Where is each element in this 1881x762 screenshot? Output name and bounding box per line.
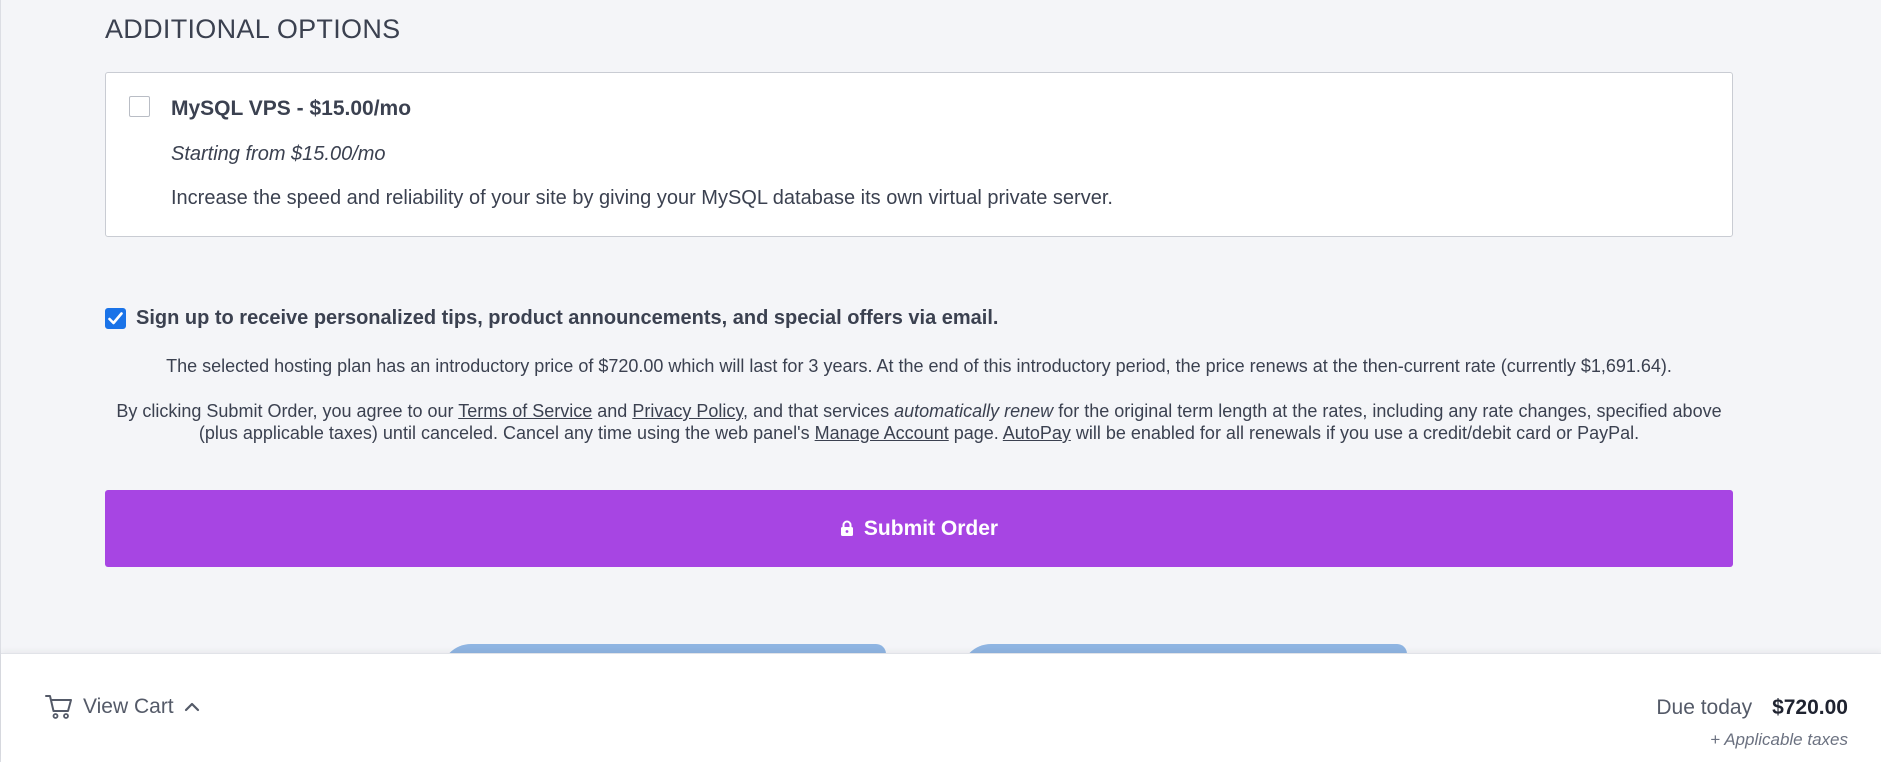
terms-notice: By clicking Submit Order, you agree to o… bbox=[105, 400, 1733, 444]
terms-text-part: and bbox=[592, 401, 633, 421]
terms-of-service-link[interactable]: Terms of Service bbox=[458, 401, 592, 421]
view-cart-label: View Cart bbox=[83, 695, 174, 718]
cart-icon bbox=[45, 695, 72, 719]
newsletter-optin: Sign up to receive personalized tips, pr… bbox=[105, 307, 998, 330]
due-today-label: Due today bbox=[1656, 696, 1753, 719]
addon-starting-price: Starting from $15.00/mo bbox=[171, 143, 386, 165]
addon-checkbox[interactable] bbox=[129, 96, 150, 117]
privacy-policy-link[interactable]: Privacy Policy bbox=[632, 401, 743, 421]
submit-order-button[interactable]: Submit Order bbox=[105, 490, 1733, 567]
auto-renew-text: automatically renew bbox=[894, 401, 1054, 421]
due-today-amount: $720.00 bbox=[1772, 696, 1848, 719]
applicable-taxes-note: + Applicable taxes bbox=[1710, 730, 1848, 749]
addon-description: Increase the speed and reliability of yo… bbox=[171, 187, 1113, 209]
newsletter-checkbox[interactable] bbox=[105, 308, 126, 329]
checkout-page: ADDITIONAL OPTIONS MySQL VPS - $15.00/mo… bbox=[0, 0, 1881, 762]
view-cart-toggle[interactable]: View Cart bbox=[45, 694, 200, 720]
intro-price-notice: The selected hosting plan has an introdu… bbox=[166, 356, 1672, 376]
manage-account-link[interactable]: Manage Account bbox=[815, 423, 949, 443]
terms-text-part: will be enabled for all renewals if you … bbox=[1070, 423, 1640, 443]
terms-text-part: , and that services bbox=[743, 401, 895, 421]
autopay-link[interactable]: AutoPay bbox=[1003, 423, 1071, 443]
terms-text-part: By clicking Submit Order, you agree to o… bbox=[116, 401, 459, 421]
checkmark-icon bbox=[108, 312, 123, 325]
newsletter-label: Sign up to receive personalized tips, pr… bbox=[136, 307, 999, 329]
chevron-up-icon bbox=[184, 702, 199, 712]
cart-summary-bar: View Cart Due today $720.00 + Applicable… bbox=[1, 653, 1881, 762]
submit-order-label: Submit Order bbox=[863, 516, 999, 540]
terms-text-part: page. bbox=[948, 423, 1003, 443]
addon-card-mysql-vps[interactable]: MySQL VPS - $15.00/mo Starting from $15.… bbox=[105, 72, 1733, 237]
section-title: ADDITIONAL OPTIONS bbox=[105, 14, 401, 44]
lock-icon bbox=[840, 520, 853, 536]
addon-name: MySQL VPS - $15.00/mo bbox=[171, 97, 412, 120]
due-today: Due today $720.00 bbox=[1656, 696, 1848, 720]
